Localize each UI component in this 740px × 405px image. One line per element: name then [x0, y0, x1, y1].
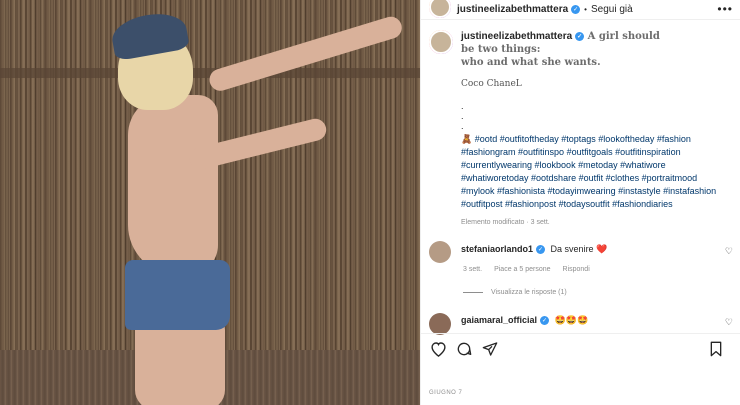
comment-avatar[interactable] [429, 241, 451, 263]
comment-like-heart-icon[interactable]: ♡ [725, 317, 733, 328]
view-replies-button[interactable]: Visualizza le risposte (1) [463, 289, 567, 296]
replies-line [463, 292, 483, 293]
author-avatar[interactable] [429, 0, 451, 18]
verified-badge-icon: ✓ [575, 32, 585, 41]
figure-torso [128, 95, 218, 275]
figure-arm-upper [206, 14, 405, 94]
caption-hashtags[interactable]: 🧸 #ootd #outfitoftheday #toptags #lookof… [461, 133, 731, 211]
comment-likes[interactable]: Piace a 5 persone [494, 266, 550, 273]
action-bar [421, 333, 740, 363]
post-caption: justineelizabethmattera ✓ A girl should b… [429, 30, 729, 226]
separator-dot: • [584, 5, 587, 14]
caption-quote-author: Coco ChaneL [461, 79, 522, 89]
caption-title-2: be two things: [461, 44, 541, 55]
caption-title-3: who and what she wants. [461, 57, 601, 68]
post-header: justineelizabethmattera ✓ • Segui già ••… [421, 0, 740, 20]
post-image[interactable] [0, 0, 420, 405]
bookmark-icon[interactable] [707, 340, 725, 358]
post-date: GIUGNO 7 [429, 390, 463, 396]
heart-icon[interactable] [429, 340, 447, 358]
comment-item: gaiamaral_official ✓ 🤩🤩🤩 ♡ [429, 313, 739, 335]
following-button[interactable]: Segui già [591, 4, 633, 15]
caption-avatar[interactable] [429, 30, 453, 54]
more-icon[interactable]: ••• [717, 2, 733, 16]
comment-icon[interactable] [455, 340, 473, 358]
verified-badge-icon: ✓ [540, 316, 550, 326]
caption-username[interactable]: justineelizabethmattera [461, 31, 572, 42]
author-username[interactable]: justineelizabethmattera [457, 4, 568, 15]
comment-username[interactable]: gaiamaral_official [461, 315, 537, 325]
verified-badge-icon: ✓ [536, 245, 546, 255]
edited-timestamp: Elemento modificato · 3 sett. [461, 219, 550, 226]
comment-meta: 3 sett. Piace a 5 persone Rispondi [463, 266, 590, 273]
caption-bullet: . [461, 121, 464, 131]
post-side-panel: justineelizabethmattera ✓ • Segui già ••… [420, 0, 740, 405]
comment-text: 🤩🤩🤩 [554, 315, 589, 325]
comment-username[interactable]: stefaniaorlando1 [461, 244, 533, 254]
comment-item: stefaniaorlando1 ✓ Da svenire ❤️ ♡ [429, 241, 739, 263]
comment-time: 3 sett. [463, 266, 483, 273]
share-icon[interactable] [481, 340, 499, 358]
comment-avatar[interactable] [429, 313, 451, 335]
figure-shorts [125, 260, 230, 330]
caption-title-1: A girl should [587, 31, 660, 42]
caption-bullet: . [461, 101, 464, 111]
comment-text: Da svenire ❤️ [550, 244, 608, 254]
comment-like-heart-icon[interactable]: ♡ [725, 246, 733, 257]
caption-bullet: . [461, 111, 464, 121]
reply-button[interactable]: Rispondi [563, 266, 590, 273]
verified-badge-icon: ✓ [571, 5, 581, 14]
view-replies-label[interactable]: Visualizza le risposte (1) [491, 289, 567, 296]
caption-first-line: justineelizabethmattera ✓ A girl should [461, 30, 660, 43]
